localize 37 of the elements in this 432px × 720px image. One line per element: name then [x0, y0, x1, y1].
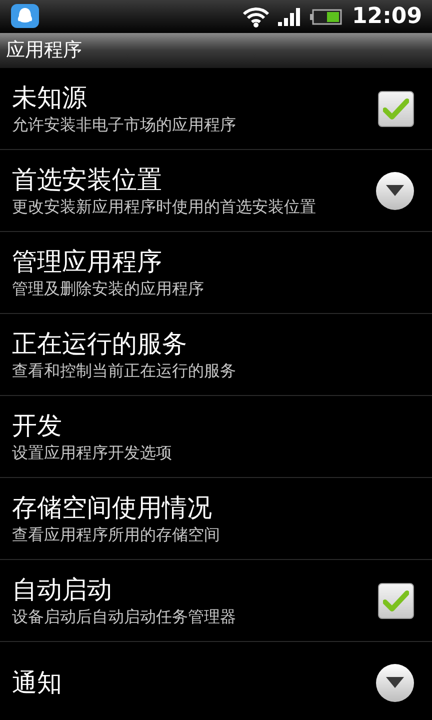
item-title: 正在运行的服务 — [12, 328, 188, 360]
chat-app-icon — [10, 2, 40, 30]
item-description: 查看应用程序所用的存储空间 — [12, 524, 221, 546]
wifi-icon — [242, 6, 270, 28]
checkbox[interactable] — [378, 90, 414, 126]
checkmark-icon — [383, 98, 409, 120]
item-description: 管理及删除安装的应用程序 — [12, 278, 205, 300]
settings-item[interactable]: 未知源 允许安装非电子市场的应用程序 — [0, 68, 432, 150]
settings-item[interactable]: 首选安装位置 更改安装新应用程序时使用的首选安装位置 — [0, 150, 432, 232]
settings-item[interactable]: 自动启动 设备启动后自动启动任务管理器 — [0, 560, 432, 642]
dropdown-button[interactable] — [376, 664, 414, 702]
item-description: 设置应用程序开发选项 — [12, 442, 173, 464]
item-title: 自动启动 — [12, 574, 113, 606]
signal-icon — [278, 6, 302, 26]
item-title: 首选安装位置 — [12, 164, 163, 196]
checkmark-icon — [383, 590, 409, 612]
item-title: 通知 — [12, 666, 63, 698]
item-title: 管理应用程序 — [12, 246, 163, 278]
screen-title: 应用程序 — [6, 38, 82, 64]
item-title: 未知源 — [12, 82, 88, 114]
item-title: 开发 — [12, 410, 63, 442]
settings-item[interactable]: 存储空间使用情况 查看应用程序所用的存储空间 — [0, 478, 432, 560]
settings-item[interactable]: 开发 设置应用程序开发选项 — [0, 396, 432, 478]
battery-icon — [310, 8, 342, 24]
status-time: 12:09 — [352, 3, 422, 31]
checkbox[interactable] — [378, 582, 414, 618]
caret-down-icon — [386, 185, 404, 196]
settings-item[interactable]: 正在运行的服务 查看和控制当前正在运行的服务 — [0, 314, 432, 396]
settings-item[interactable]: 管理应用程序 管理及删除安装的应用程序 — [0, 232, 432, 314]
caret-down-icon — [386, 677, 404, 688]
settings-item[interactable]: 通知 — [0, 642, 432, 720]
item-description: 设备启动后自动启动任务管理器 — [12, 606, 237, 628]
item-description: 允许安装非电子市场的应用程序 — [12, 114, 237, 136]
item-description: 更改安装新应用程序时使用的首选安装位置 — [12, 196, 317, 218]
dropdown-button[interactable] — [376, 172, 414, 210]
item-description: 查看和控制当前正在运行的服务 — [12, 360, 237, 382]
item-title: 存储空间使用情况 — [12, 492, 213, 524]
